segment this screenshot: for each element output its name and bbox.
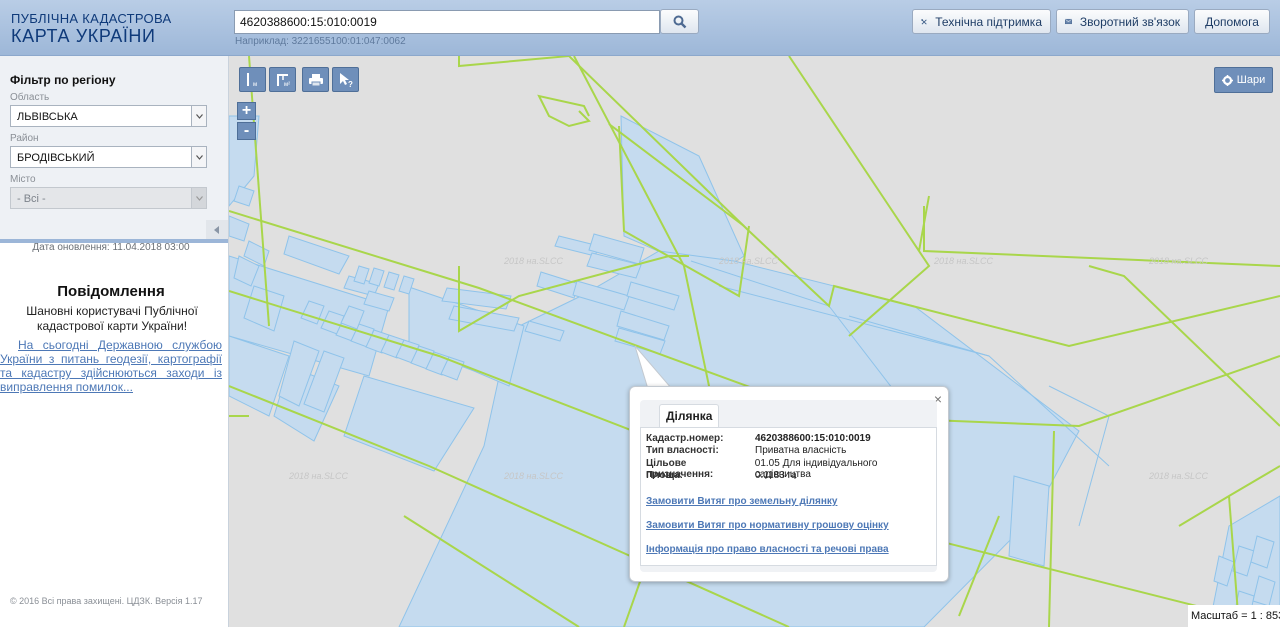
order-land-extract-link[interactable]: Замовити Витяг про земельну ділянку (646, 496, 837, 507)
map-watermark: 2018 на.SLCC (934, 256, 993, 266)
region-select-value: ЛЬВІВСЬКА (17, 111, 78, 123)
map-watermark: 2018 на.SLCC (1149, 471, 1208, 481)
district-select[interactable]: БРОДІВСЬКИЙ (10, 146, 207, 168)
gear-icon (1221, 74, 1233, 86)
map-watermark: 2018 на.SLCC (719, 256, 778, 266)
map-watermark: 2018 на.SLCC (504, 471, 563, 481)
notice-link[interactable]: На сьогодні Державною службою України з … (0, 338, 222, 394)
detail-value: 4620388600:15:010:0019 (755, 433, 871, 444)
identify-tool[interactable]: ? (332, 67, 359, 92)
collapse-sidebar-button[interactable] (206, 220, 228, 240)
parcel-info-popup: × Кадастр.номер: 4620388600:15:010:0019 … (629, 386, 949, 582)
chevron-left-icon (214, 226, 219, 234)
notice-title: Повідомлення (57, 283, 165, 300)
logo-line-1: ПУБЛІЧНА КАДАСТРОВА (11, 11, 172, 26)
cadastral-search-input[interactable] (234, 10, 660, 34)
detail-row-area: Площа: 0.1183 га (646, 470, 797, 481)
site-logo[interactable]: ПУБЛІЧНА КАДАСТРОВА КАРТА УКРАЇНИ (11, 12, 171, 45)
layers-label: Шари (1236, 74, 1266, 86)
parcel-details: Кадастр.номер: 4620388600:15:010:0019 Ти… (640, 427, 937, 566)
detail-value: 0.1183 га (755, 470, 797, 481)
detail-key: Тип власності: (646, 445, 719, 456)
map-watermark: 2018 на.SLCC (1149, 256, 1208, 266)
detail-row-cadastral-number: Кадастр.номер: 4620388600:15:010:0019 (646, 433, 871, 444)
map-canvas[interactable]: 2018 на.SLCC 2018 на.SLCC 2018 на.SLCC 2… (229, 56, 1280, 627)
detail-row-ownership: Тип власності: Приватна власність (646, 445, 846, 456)
copyright: © 2016 Всі права захищені. ЦДЗК. Версія … (10, 596, 203, 606)
chevron-down-icon[interactable] (191, 106, 206, 126)
city-label: Місто (10, 174, 36, 185)
search-icon (673, 15, 686, 28)
svg-text:?: ? (348, 80, 353, 88)
help-label: Допомога (1205, 14, 1259, 29)
feedback-button[interactable]: Зворотний зв'язок (1056, 9, 1189, 34)
tab-parcel[interactable]: Ділянка (659, 404, 720, 427)
measure-distance-tool[interactable]: м (239, 67, 266, 92)
detail-key: Кадастр.номер: (646, 433, 724, 444)
zoom-in-button[interactable]: + (237, 102, 256, 120)
svg-text:м: м (253, 82, 257, 88)
notice-greeting: Шановні користувачі Публічної кадастрово… (26, 304, 198, 333)
area-measure-icon: м² (276, 73, 290, 88)
zoom-out-button[interactable]: - (237, 122, 256, 140)
detail-key: Площа: (646, 470, 683, 481)
popup-pointer (634, 345, 674, 390)
ruler-icon: м (246, 72, 257, 88)
envelope-icon (1065, 18, 1072, 25)
print-tool[interactable] (302, 67, 329, 92)
printer-icon (308, 73, 323, 86)
chevron-down-icon[interactable] (191, 147, 206, 167)
search-hint: Наприклад: 3221655100:01:047:0062 (235, 36, 406, 47)
svg-text:м²: м² (284, 82, 290, 88)
search-button[interactable] (660, 9, 699, 34)
city-select: - Всі - (10, 187, 207, 209)
map-watermark: 2018 на.SLCC (289, 471, 348, 481)
popup-body: Кадастр.номер: 4620388600:15:010:0019 Ти… (640, 400, 937, 572)
district-select-value: БРОДІВСЬКИЙ (17, 152, 95, 164)
layers-button[interactable]: Шари (1214, 67, 1273, 93)
map-scale: Масштаб = 1 : 8531 (1188, 605, 1280, 627)
sidebar: Фільтр по регіону Область ЛЬВІВСЬКА Райо… (0, 56, 229, 627)
header-bar: ПУБЛІЧНА КАДАСТРОВА КАРТА УКРАЇНИ Наприк… (0, 0, 1280, 56)
tools-icon (921, 18, 927, 25)
region-select[interactable]: ЛЬВІВСЬКА (10, 105, 207, 127)
tech-support-label: Технічна підтримка (935, 14, 1042, 29)
region-filter-panel: Фільтр по регіону Область ЛЬВІВСЬКА Райо… (0, 56, 228, 240)
order-valuation-extract-link[interactable]: Замовити Витяг про нормативну грошову оц… (646, 520, 889, 531)
region-label: Область (10, 92, 50, 103)
tech-support-button[interactable]: Технічна підтримка (912, 9, 1051, 34)
filter-title: Фільтр по регіону (10, 73, 116, 87)
feedback-label: Зворотний зв'язок (1079, 14, 1180, 29)
update-date: Дата оновлення: 11.04.2018 03:00 (32, 242, 190, 253)
help-button[interactable]: Допомога (1194, 9, 1270, 34)
measure-area-tool[interactable]: м² (269, 67, 296, 92)
city-select-value: - Всі - (17, 193, 46, 205)
detail-value: Приватна власність (755, 445, 847, 456)
district-label: Район (10, 133, 39, 144)
logo-line-2: КАРТА УКРАЇНИ (11, 26, 156, 46)
map-watermark: 2018 на.SLCC (504, 256, 563, 266)
ownership-info-link[interactable]: Інформація про право власності та речові… (646, 544, 889, 555)
pointer-question-icon: ? (339, 72, 353, 88)
chevron-down-icon (191, 188, 206, 208)
